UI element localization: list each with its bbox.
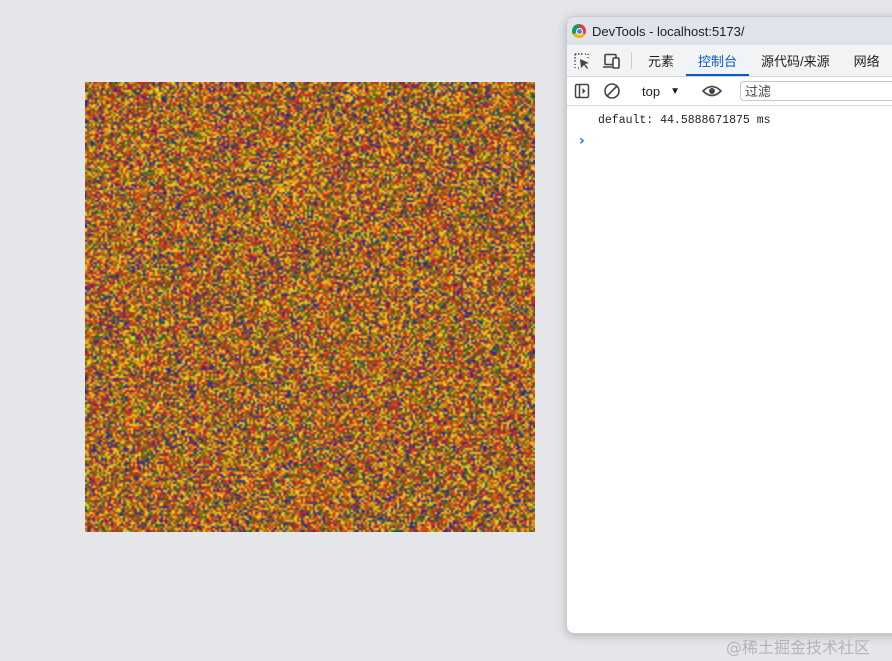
tab-console-label: 控制台 <box>698 54 738 69</box>
device-toolbar-icon[interactable] <box>597 45 627 76</box>
tab-elements[interactable]: 元素 <box>636 45 686 76</box>
title-bar: DevTools - localhost:5173/ <box>567 17 892 45</box>
devtools-tab-bar: 元素 控制台 源代码/来源 网络 <box>567 45 892 77</box>
window-title: DevTools - localhost:5173/ <box>592 23 745 39</box>
inspect-element-icon[interactable] <box>567 45 597 76</box>
clear-console-icon[interactable] <box>597 82 627 100</box>
context-selector[interactable]: top ▼ <box>636 84 688 99</box>
console-prompt[interactable]: › <box>567 132 892 150</box>
dropdown-arrow-icon: ▼ <box>670 85 680 97</box>
console-toolbar: top ▼ <box>567 77 892 106</box>
tab-network-label: 网络 <box>853 54 880 69</box>
devtools-window: DevTools - localhost:5173/ 元素 控制台 源代码/来源 <box>566 16 892 634</box>
show-sidebar-icon[interactable] <box>567 82 597 100</box>
context-value: top <box>642 83 661 99</box>
watermark: @稀土掘金技术社区 <box>726 638 871 657</box>
chevron-right-icon: › <box>579 133 585 149</box>
filter-input[interactable] <box>739 81 892 101</box>
chrome-logo-icon <box>572 24 586 38</box>
tab-network[interactable]: 网络 <box>842 45 892 76</box>
tab-console[interactable]: 控制台 <box>686 45 750 76</box>
tab-elements-label: 元素 <box>648 54 675 69</box>
toolbar-divider <box>631 52 632 69</box>
eye-icon[interactable] <box>697 82 727 100</box>
tab-sources-label: 源代码/来源 <box>761 54 830 69</box>
console-log-line: default: 44.5888671875 ms <box>598 114 771 127</box>
tab-sources[interactable]: 源代码/来源 <box>749 45 842 76</box>
console-output: default: 44.5888671875 ms › <box>567 106 892 150</box>
noise-canvas <box>85 82 535 532</box>
